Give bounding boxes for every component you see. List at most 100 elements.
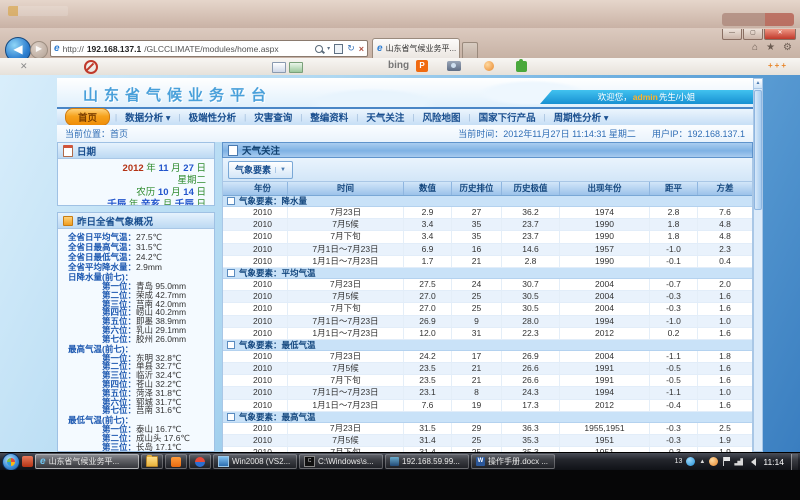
pet-icon[interactable] bbox=[484, 61, 494, 71]
show-desktop-button[interactable] bbox=[791, 454, 798, 470]
bing-logo[interactable]: bing bbox=[388, 60, 409, 71]
table-cell: 3.4 bbox=[404, 231, 452, 242]
stat-value: 24.2℃ bbox=[136, 252, 162, 262]
breadcrumb-row: 当前位置：首页 当前时间：2012年11月27日 11:14:31 星期二 用户… bbox=[57, 125, 753, 142]
group-label: 气象要素：降水量 bbox=[239, 195, 307, 207]
pinned-app-icon[interactable] bbox=[22, 456, 33, 467]
table-cell: 7月5候 bbox=[288, 363, 404, 374]
table-row[interactable]: 20107月1日～7月23日6.91614.61957-1.02.3 bbox=[223, 244, 752, 256]
table-row[interactable]: 20107月5候31.42535.31951-0.31.9 bbox=[223, 435, 752, 447]
group-checkbox[interactable] bbox=[227, 413, 235, 421]
addon-puzzle-icon[interactable] bbox=[516, 61, 527, 72]
stop-icon[interactable]: × bbox=[359, 44, 364, 54]
favorites-star-icon[interactable]: ★ bbox=[766, 42, 775, 53]
table-cell: 24.2 bbox=[404, 351, 452, 362]
more-addons-icon[interactable]: +++ bbox=[768, 61, 788, 70]
group-checkbox[interactable] bbox=[227, 341, 235, 349]
new-tab-button[interactable] bbox=[462, 42, 478, 59]
table-cell: 2.8 bbox=[650, 207, 698, 218]
mail-icon[interactable] bbox=[289, 62, 303, 73]
forward-button[interactable]: ▶ bbox=[30, 41, 48, 59]
taskbar-button-3[interactable]: 192.168.59.99... bbox=[385, 454, 469, 469]
nav-item-4[interactable]: 灾害查询 bbox=[246, 110, 300, 124]
action-center-flag-icon[interactable] bbox=[722, 457, 730, 466]
table-row[interactable]: 20107月23日27.52430.72004-0.72.0 bbox=[223, 279, 752, 291]
nav-item-6[interactable]: 天气关注 bbox=[358, 110, 412, 124]
camera-icon[interactable] bbox=[447, 61, 461, 71]
nav-item-8[interactable]: 国家下行产品 bbox=[471, 110, 544, 124]
page-scrollbar[interactable]: ▲ bbox=[753, 78, 763, 452]
network-icon[interactable] bbox=[734, 458, 743, 466]
table-row[interactable]: 20107月5候23.52126.61991-0.51.6 bbox=[223, 363, 752, 375]
table-row[interactable]: 20107月5候3.43523.719901.84.8 bbox=[223, 219, 752, 231]
stat-value: 31.5℃ bbox=[136, 242, 162, 252]
taskbar-clock[interactable]: 11:14 bbox=[763, 457, 784, 467]
taskbar-ie-button[interactable]: e 山东省气候业务平... bbox=[35, 454, 139, 469]
messenger-icon[interactable] bbox=[686, 457, 695, 466]
nav-item-1[interactable]: 首页 bbox=[65, 108, 110, 126]
pinyin-icon[interactable]: P bbox=[416, 60, 428, 72]
group-checkbox[interactable] bbox=[227, 197, 235, 205]
element-dropdown-button[interactable]: 气象要素 ▼ bbox=[228, 161, 293, 179]
address-bar[interactable]: e http://192.168.137.1/GLCCLIMATE/module… bbox=[50, 40, 368, 57]
close-button[interactable]: ✕ bbox=[764, 29, 796, 40]
taskbar-app-orange-button[interactable] bbox=[165, 454, 187, 469]
taskbar-button-2[interactable]: CC:\Windows\s... bbox=[299, 454, 383, 469]
settings-gear-icon[interactable]: ⚙ bbox=[783, 42, 792, 53]
tray-expand-icon[interactable]: ▲ bbox=[699, 459, 705, 465]
table-row[interactable]: 20107月23日2.92736.219742.87.6 bbox=[223, 207, 752, 219]
taskbar: e 山东省气候业务平... Win2008 (VS2...CC:\Windows… bbox=[0, 452, 800, 470]
table-row[interactable]: 20107月1日～7月23日26.9928.01994-1.01.0 bbox=[223, 316, 752, 328]
maximize-button[interactable]: ▢ bbox=[743, 29, 763, 40]
taskbar-explorer-button[interactable] bbox=[141, 454, 163, 469]
taskbar-media-button[interactable] bbox=[189, 454, 211, 469]
group-row-4[interactable]: 气象要素：最高气温 bbox=[223, 412, 752, 423]
refresh-icon[interactable]: ↻ bbox=[347, 43, 355, 54]
chevron-down-icon[interactable]: ▾ bbox=[327, 45, 330, 52]
table-cell: 2010 bbox=[238, 219, 288, 230]
nav-item-7[interactable]: 风险地图 bbox=[414, 110, 468, 124]
table-cell: 14.6 bbox=[502, 244, 560, 255]
blocked-icon[interactable] bbox=[84, 60, 98, 74]
table-cell: -1.0 bbox=[650, 244, 698, 255]
table-row[interactable]: 20107月23日24.21726.92004-1.11.8 bbox=[223, 351, 752, 363]
tab-close-icon[interactable]: ✕ bbox=[459, 44, 460, 53]
group-row-2[interactable]: 气象要素：平均气温 bbox=[223, 268, 752, 279]
table-cell: 27.0 bbox=[404, 291, 452, 302]
taskbar-button-1[interactable]: Win2008 (VS2... bbox=[213, 454, 297, 469]
nav-item-9[interactable]: 周期性分析 ▾ bbox=[546, 110, 617, 124]
date-token: 月 bbox=[169, 163, 184, 174]
taskbar-button-4[interactable]: W操作手册.docx ... bbox=[471, 454, 555, 469]
search-icon[interactable] bbox=[315, 45, 323, 53]
compatibility-view-icon[interactable] bbox=[334, 44, 343, 54]
toolbar-close-icon[interactable]: ✕ bbox=[20, 61, 28, 72]
table-row[interactable]: 20107月下旬27.02530.52004-0.31.6 bbox=[223, 303, 752, 315]
group-checkbox[interactable] bbox=[227, 269, 235, 277]
start-button[interactable] bbox=[2, 453, 20, 471]
table-cell: 26.6 bbox=[502, 363, 560, 374]
table-row[interactable]: 20107月5候27.02530.52004-0.31.6 bbox=[223, 291, 752, 303]
group-row-1[interactable]: 气象要素：降水量 bbox=[223, 196, 752, 207]
nav-item-2[interactable]: 数据分析 ▾ bbox=[117, 110, 178, 124]
table-row[interactable]: 20107月23日31.52936.31955,1951-0.32.5 bbox=[223, 423, 752, 435]
table-cell: 31.4 bbox=[404, 435, 452, 446]
card-icon[interactable] bbox=[272, 62, 286, 73]
table-row[interactable]: 20107月下旬3.43523.719901.84.8 bbox=[223, 231, 752, 243]
scrollbar-thumb[interactable] bbox=[754, 90, 762, 210]
date-token: 日 bbox=[194, 199, 206, 206]
browser-tab[interactable]: e 山东省气候业务平... ✕ bbox=[372, 38, 460, 58]
table-row[interactable]: 20107月下旬23.52126.61991-0.51.6 bbox=[223, 375, 752, 387]
table-cell: 36.3 bbox=[502, 423, 560, 434]
table-row[interactable]: 20107月1日～7月23日23.1824.31994-1.11.0 bbox=[223, 387, 752, 399]
nav-item-3[interactable]: 极端性分析 bbox=[181, 110, 245, 124]
nav-item-5[interactable]: 整编资料 bbox=[302, 110, 356, 124]
nav-menu: 首页|数据分析 ▾|极端性分析|灾害查询|整编资料|天气关注|风险地图|国家下行… bbox=[57, 107, 753, 125]
minimize-button[interactable]: — bbox=[722, 29, 742, 40]
home-icon[interactable]: ⌂ bbox=[752, 42, 758, 53]
header-gutter bbox=[223, 182, 238, 195]
tray-orange-icon[interactable] bbox=[709, 457, 718, 466]
scrollbar-up-arrow[interactable]: ▲ bbox=[754, 79, 762, 89]
group-row-3[interactable]: 气象要素：最低气温 bbox=[223, 340, 752, 351]
volume-icon[interactable] bbox=[747, 458, 756, 466]
rank-value: 莒南 31.6℃ bbox=[136, 405, 181, 415]
